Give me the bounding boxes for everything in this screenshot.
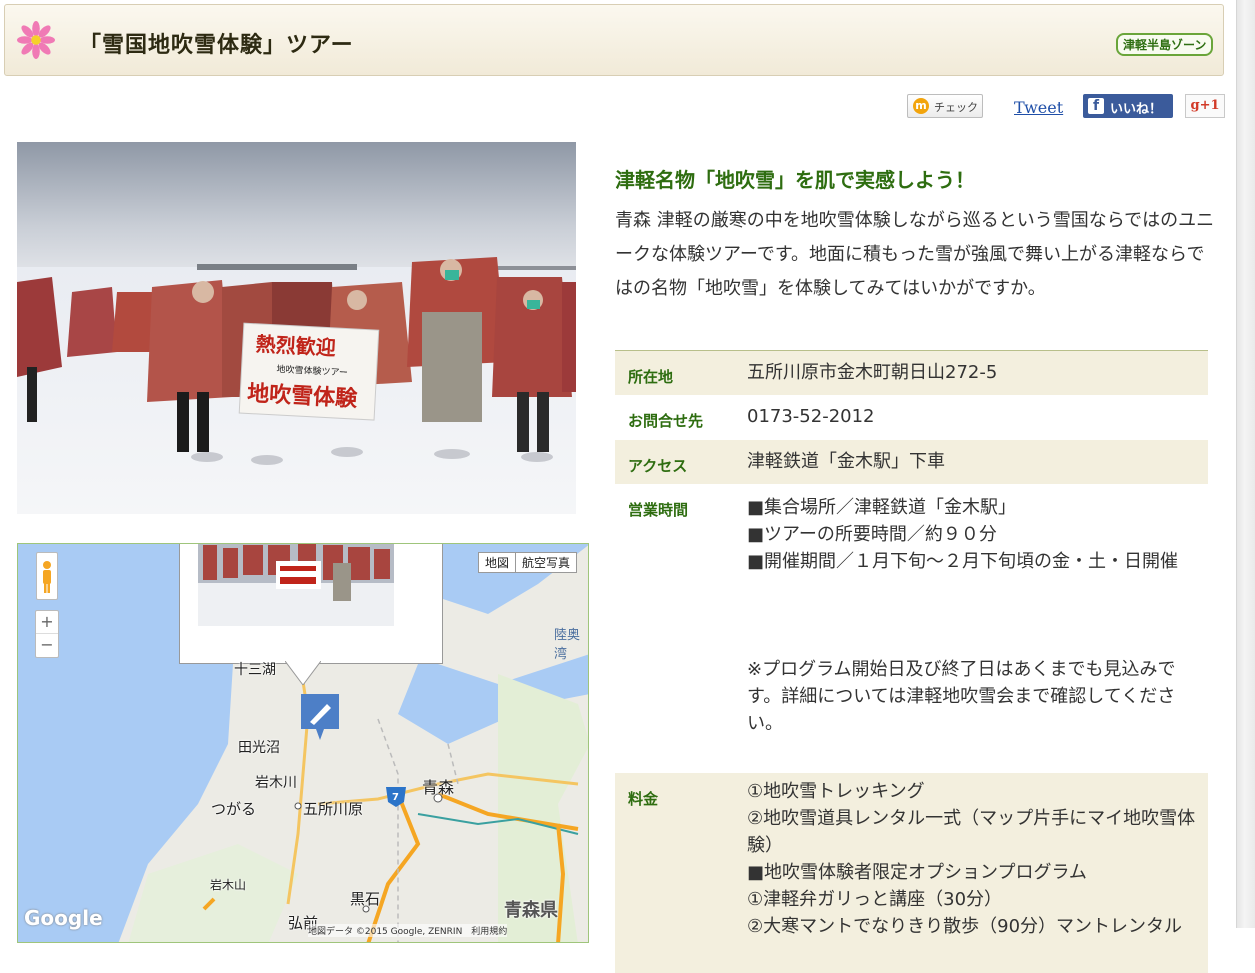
info-value: 0173-52-2012: [747, 406, 875, 427]
hours-note: ※プログラム開始日及び終了日はあくまでも見込みです。詳細については津軽地吹雪会ま…: [747, 659, 1176, 734]
info-value: 五所川原市金木町朝日山272-5: [747, 362, 998, 383]
map-label-tankozuma: 田光沼: [238, 740, 280, 756]
hours-line: ■開催期間／１月下旬～２月下旬頃の金・土・日開催: [747, 551, 1179, 572]
zoom-control: + −: [35, 610, 59, 658]
tour-description: 青森 津軽の厳寒の中を地吹雪体験しながら巡るという雪国ならではのユニークな体験ツ…: [615, 210, 1215, 299]
map-type-control: 地図 航空写真: [478, 552, 578, 573]
info-row-contact: お問合せ先 0173-52-2012: [615, 395, 1208, 440]
map-info-window: [179, 544, 443, 664]
tweet-link[interactable]: Tweet: [1014, 98, 1063, 118]
check-label: チェック: [934, 101, 978, 114]
fee-line: ①津軽弁ガリっと講座（30分）: [747, 889, 1003, 910]
info-label: アクセス: [628, 457, 688, 475]
info-row-address: 所在地 五所川原市金木町朝日山272-5: [615, 351, 1208, 395]
fee-line: ①地吹雪トレッキング: [747, 781, 925, 802]
facebook-icon: f: [1088, 98, 1104, 114]
map-attribution[interactable]: 地図データ ©2015 Google, ZENRIN 利用規約: [308, 924, 508, 937]
facebook-like-button[interactable]: f いいね！: [1083, 94, 1173, 118]
map-label-jusanko: 十三湖: [234, 662, 276, 678]
fee-line: ②大寒マントでなりきり散歩（90分）マントレンタル: [747, 916, 1183, 937]
tour-photo-image: 熱烈歓迎 地吹雪体験ツアー 地吹雪体験: [17, 142, 576, 514]
map-label-iwakisan: 岩木山: [210, 878, 247, 892]
info-label: 所在地: [628, 368, 674, 386]
map-label-goshogawara: 五所川原: [303, 800, 364, 818]
fee-line: ②地吹雪道具レンタル一式（マップ片手にマイ地吹雪体験）: [747, 808, 1196, 856]
like-label: いいね！: [1110, 102, 1163, 117]
page-edge: [1236, 0, 1255, 928]
mixi-icon: m: [913, 98, 929, 114]
map-type-satellite-button[interactable]: 航空写真: [515, 553, 576, 572]
map-popup-tail: [285, 661, 321, 685]
check-button[interactable]: m チェック: [907, 94, 983, 118]
zone-badge[interactable]: 津軽半島ゾーン: [1116, 33, 1214, 56]
info-label: 料金: [628, 790, 659, 808]
info-value: ①地吹雪トレッキング ②地吹雪道具レンタル一式（マップ片手にマイ地吹雪体験） ■…: [747, 778, 1202, 940]
info-value: 津軽鉄道「金木駅」下車: [747, 451, 945, 472]
page-header: 「雪国地吹雪体験」ツアー 津軽半島ゾーン: [4, 4, 1224, 76]
zoom-out-button[interactable]: −: [36, 634, 58, 656]
info-row-fee: 料金 ①地吹雪トレッキング ②地吹雪道具レンタル一式（マップ片手にマイ地吹雪体験…: [615, 773, 1208, 973]
map-widget[interactable]: 7 + − 地図 航空写真 十三湖 田光沼 岩木川 つがる 五所川原 青森 黒石…: [17, 543, 589, 943]
page-title: 「雪国地吹雪体験」ツアー: [79, 33, 354, 58]
info-table: 所在地 五所川原市金木町朝日山272-5 お問合せ先 0173-52-2012 …: [615, 350, 1208, 973]
info-row-access: アクセス 津軽鉄道「金木駅」下車: [615, 440, 1208, 484]
tour-photo: 熱烈歓迎 地吹雪体験ツアー 地吹雪体験: [17, 142, 576, 514]
hours-line: ■集合場所／津軽鉄道「金木駅」: [747, 497, 1017, 518]
google-plus-button[interactable]: g+1: [1185, 94, 1225, 118]
map-label-aomori-pref: 青森県: [504, 900, 558, 921]
google-logo[interactable]: Google: [24, 906, 103, 930]
map-label-tsugaru: つがる: [211, 800, 257, 818]
pegman-icon: [43, 561, 51, 593]
map-label-aomori: 青森: [422, 778, 455, 797]
svg-text:熱烈歓迎: 熱烈歓迎: [255, 332, 336, 360]
map-popup-photo: [198, 544, 394, 626]
catch-copy: 津軽名物「地吹雪」を肌で実感しよう！: [615, 168, 975, 192]
info-label: お問合せ先: [628, 412, 704, 430]
flower-icon: [17, 21, 55, 59]
svg-text:7: 7: [392, 792, 399, 803]
map-label-kuroishi: 黒石: [350, 890, 381, 908]
map-type-map-button[interactable]: 地図: [479, 553, 515, 572]
zoom-in-button[interactable]: +: [36, 611, 58, 634]
fee-line: ■地吹雪体験者限定オプションプログラム: [747, 862, 1087, 883]
info-row-hours: 営業時間 ■集合場所／津軽鉄道「金木駅」 ■ツアーの所要時間／約９０分 ■開催期…: [615, 484, 1208, 773]
street-view-pegman[interactable]: [36, 552, 58, 600]
map-label-mutsu-bay: 陸奥湾: [554, 628, 581, 662]
map-label-iwakigawa: 岩木川: [255, 775, 297, 791]
info-value: ■集合場所／津軽鉄道「金木駅」 ■ツアーの所要時間／約９０分 ■開催期間／１月下…: [747, 494, 1202, 737]
info-label: 営業時間: [628, 501, 689, 519]
hours-line: ■ツアーの所要時間／約９０分: [747, 524, 997, 545]
